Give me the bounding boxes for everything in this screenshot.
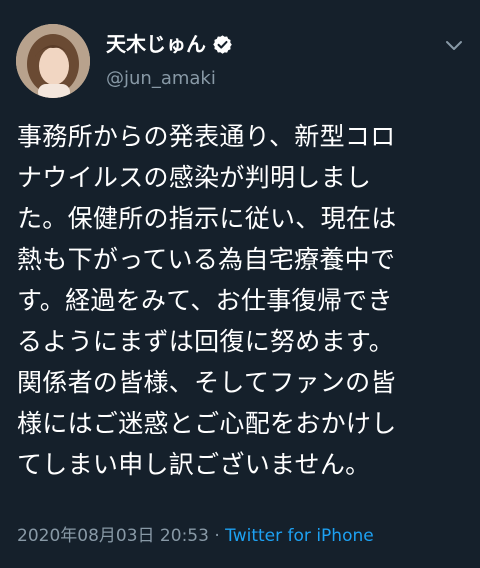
tweet-text-line: す。経過をみて、お仕事復帰でき xyxy=(17,286,393,315)
avatar-image xyxy=(16,24,90,98)
tweet-text: 事務所からの発表通り、新型コロ ナウイルスの感染が判明しまし た。保健所の指示に… xyxy=(17,116,467,485)
tweet-meta: 2020年08月03日 20:53 · Twitter for iPhone xyxy=(17,524,374,548)
tweet-source-link[interactable]: Twitter for iPhone xyxy=(225,526,374,546)
tweet-card: 天木じゅん @jun_amaki 事務所からの発表通り、新型コロ ナウイルスの感… xyxy=(0,0,480,568)
tweet-menu-button[interactable] xyxy=(442,36,466,56)
avatar[interactable] xyxy=(16,24,90,98)
tweet-text-line: 熱も下がっている為自宅療養中で xyxy=(17,245,396,274)
tweet-text-line: るようにまずは回復に努めます。 xyxy=(17,327,395,356)
meta-separator: · xyxy=(208,526,226,546)
user-handle[interactable]: @jun_amaki xyxy=(106,68,216,90)
tweet-text-line: た。保健所の指示に従い、現在は xyxy=(17,204,397,233)
tweet-text-line: 様にはご迷惑とご心配をおかけし xyxy=(17,409,397,438)
tweet-text-line: てしまい申し訳ございません。 xyxy=(17,450,371,479)
tweet-text-line: 事務所からの発表通り、新型コロ xyxy=(17,122,396,151)
tweet-text-line: ナウイルスの感染が判明しまし xyxy=(17,163,372,192)
verified-badge-icon xyxy=(213,34,232,54)
author-name-row: 天木じゅん xyxy=(106,31,233,57)
chevron-down-icon xyxy=(446,41,462,50)
display-name[interactable]: 天木じゅん xyxy=(106,31,206,57)
tweet-timestamp[interactable]: 2020年08月03日 20:53 xyxy=(17,526,209,546)
tweet-text-line: 関係者の皆様、そしてファンの皆 xyxy=(17,368,396,397)
